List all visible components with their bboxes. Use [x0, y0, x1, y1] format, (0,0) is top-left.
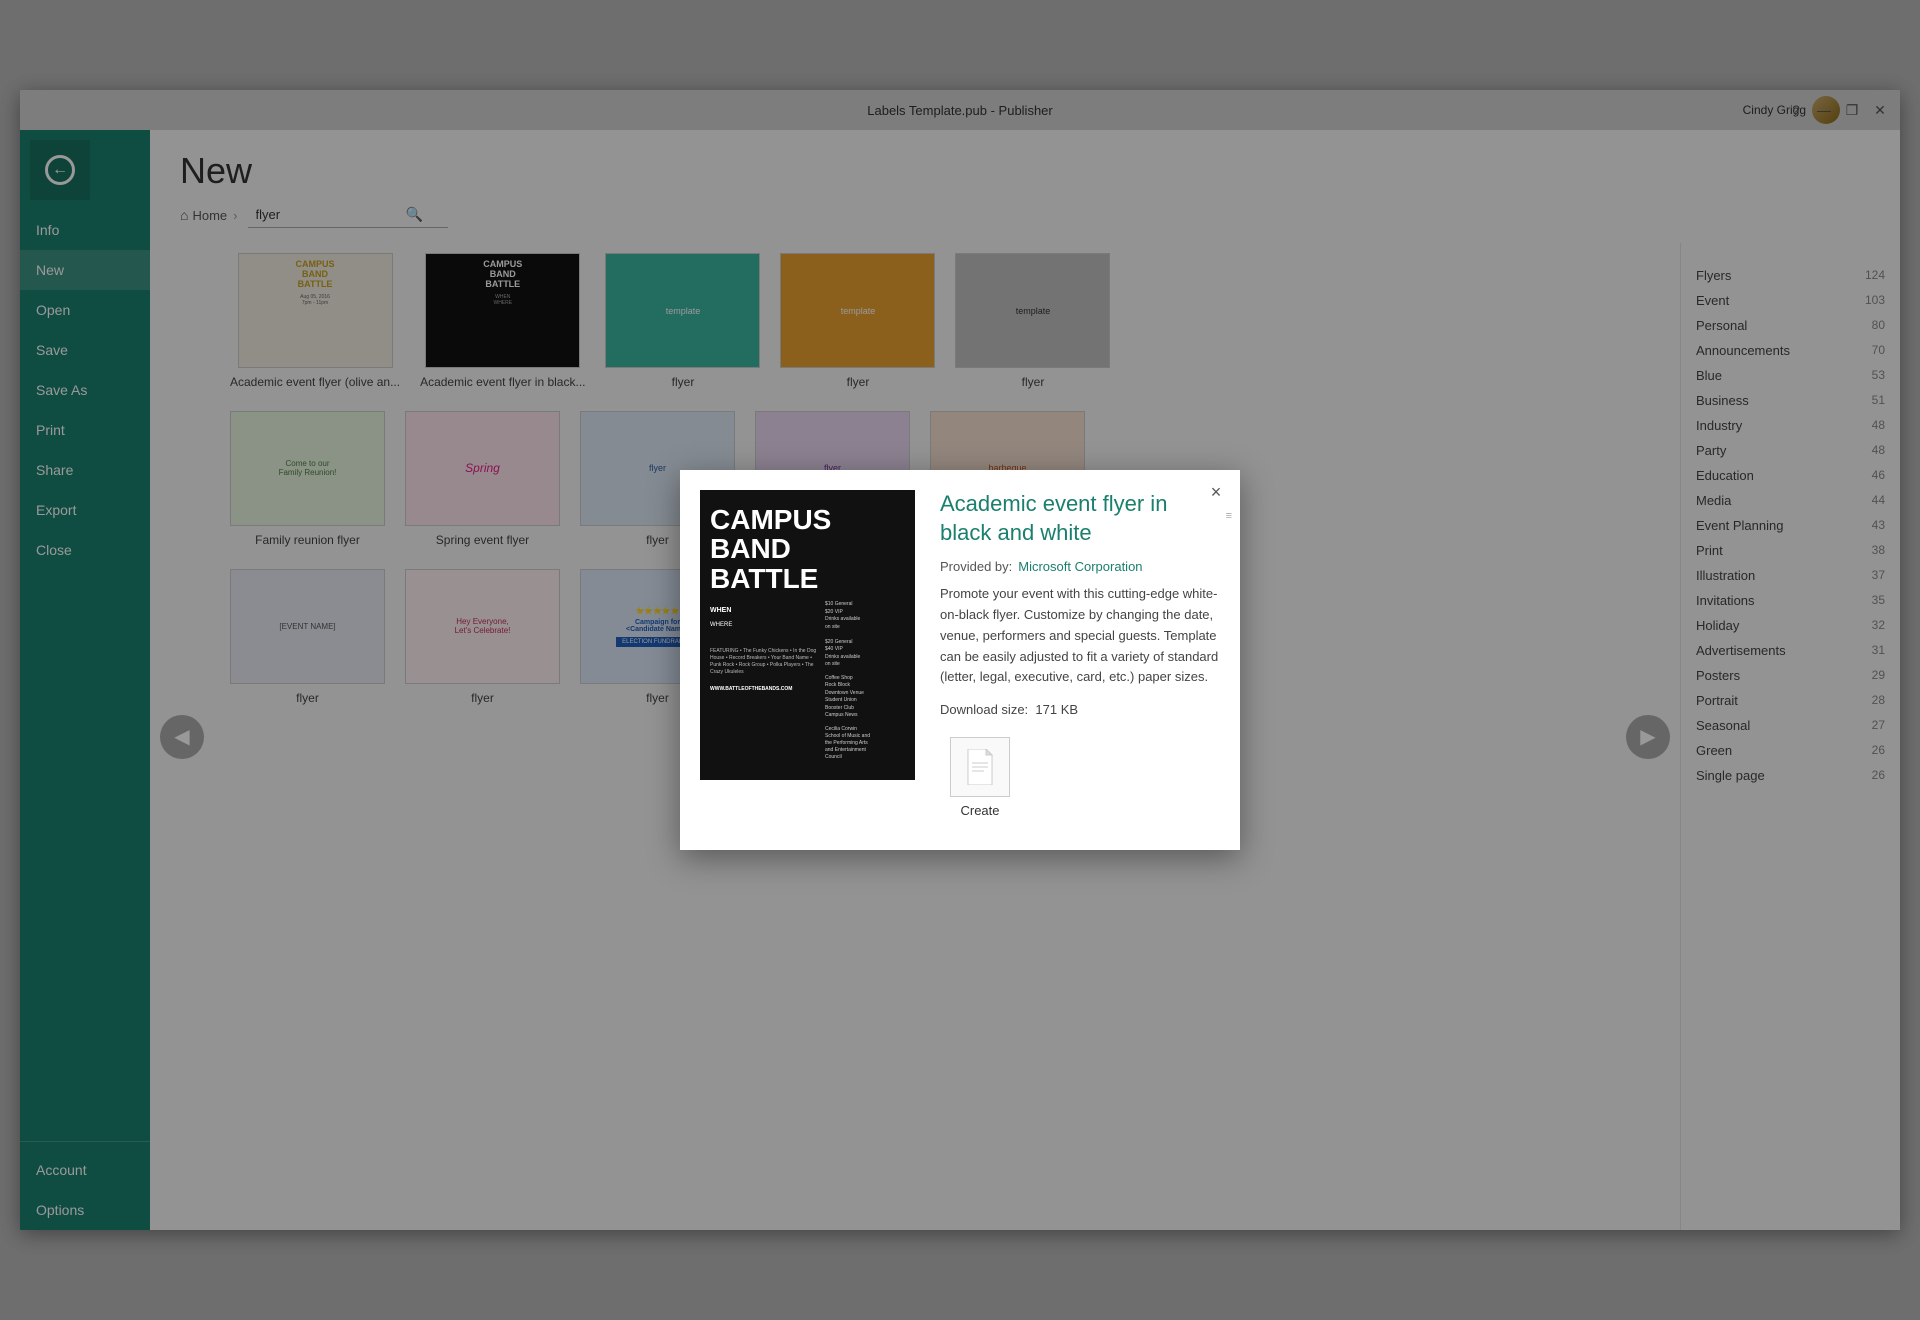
download-label: Download size: [940, 702, 1028, 717]
create-label: Create [960, 803, 999, 818]
modal-preview: CAMPUSBANDBATTLE WHEN WHERE FEATURING • … [700, 490, 920, 830]
create-button[interactable]: Create [940, 737, 1020, 818]
download-size-value: 171 KB [1035, 702, 1078, 717]
template-detail-modal: × ≡ CAMPUSBANDBATTLE WHEN WHERE [680, 470, 1240, 850]
preview-where: WHERE [710, 622, 817, 628]
create-icon [950, 737, 1010, 797]
modal-preview-image: CAMPUSBANDBATTLE WHEN WHERE FEATURING • … [700, 490, 915, 780]
preview-columns: WHEN WHERE FEATURING • The Funky Chicken… [710, 601, 905, 761]
preview-pricing: $10 General$20 VIPDrinks availableon sit… [825, 601, 905, 669]
provided-by-label: Provided by: [940, 559, 1012, 574]
document-icon [964, 749, 996, 785]
modal-scroll-indicator: ≡ [1226, 510, 1232, 522]
preview-credits: Coffee ShopRock BlockDowntown VenueStude… [825, 675, 905, 720]
preview-black-bg: CAMPUSBANDBATTLE WHEN WHERE FEATURING • … [700, 490, 915, 780]
modal-download-size: Download size: 171 KB [940, 702, 1220, 717]
modal-provided-by: Provided by: Microsoft Corporation [940, 559, 1220, 574]
modal-overlay[interactable]: × ≡ CAMPUSBANDBATTLE WHEN WHERE [0, 0, 1920, 1320]
preview-when: WHEN [710, 607, 817, 614]
modal-close-button[interactable]: × [1204, 480, 1228, 504]
preview-website: WWW.BATTLEOFTHEBANDS.COM [710, 686, 817, 692]
preview-left-col: WHEN WHERE FEATURING • The Funky Chicken… [710, 601, 817, 761]
provider-link[interactable]: Microsoft Corporation [1018, 559, 1142, 574]
preview-title: CAMPUSBANDBATTLE [710, 505, 905, 593]
modal-template-title: Academic event flyer in black and white [940, 490, 1220, 547]
modal-description: Promote your event with this cutting-edg… [940, 584, 1220, 688]
modal-body: CAMPUSBANDBATTLE WHEN WHERE FEATURING • … [680, 470, 1240, 850]
preview-featuring: FEATURING • The Funky Chickens • In the … [710, 648, 817, 676]
modal-info: Academic event flyer in black and white … [940, 490, 1220, 830]
preview-school: Cecilia CorwinSchool of Music andthe Per… [825, 726, 905, 761]
preview-right-col: $10 General$20 VIPDrinks availableon sit… [825, 601, 905, 761]
